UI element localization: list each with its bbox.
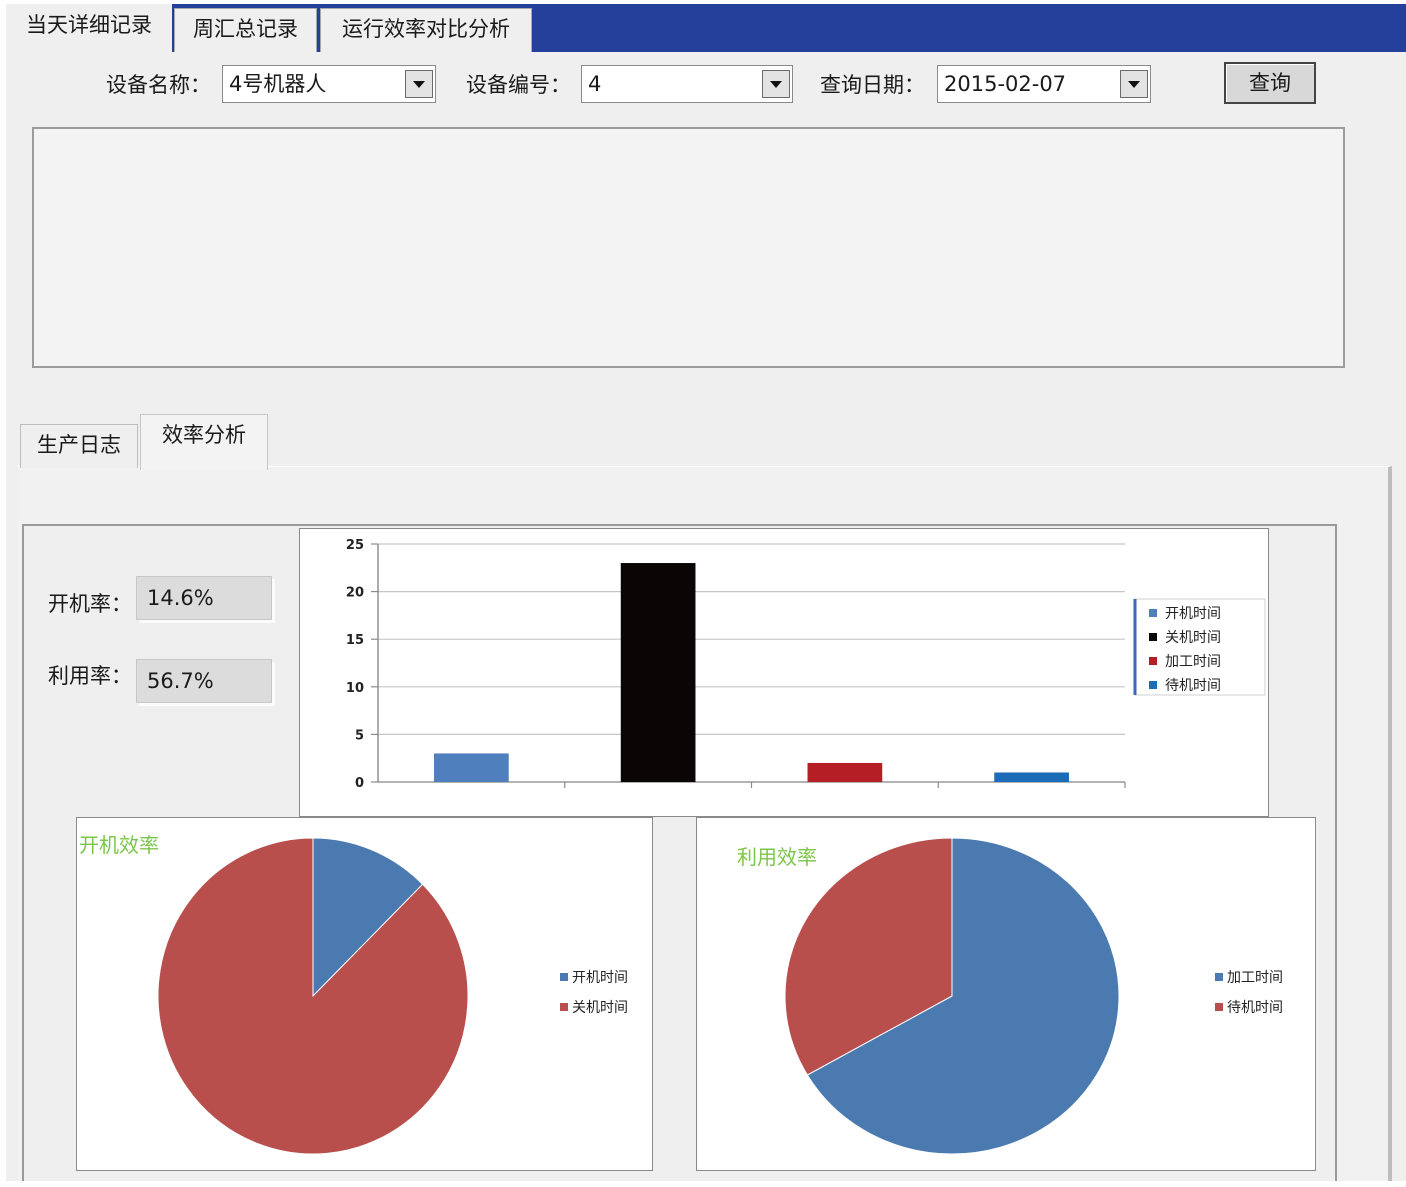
query-date-value: 2015-02-07 <box>944 72 1067 96</box>
util-efficiency-pie-svg: 加工时间待机时间 利用效率 <box>737 837 1283 1155</box>
util-rate-label: 利用率： <box>48 664 132 688</box>
bar-3 <box>807 762 883 782</box>
search-button[interactable]: 查询 <box>1224 62 1316 104</box>
query-date-picker[interactable]: 2015-02-07 <box>937 65 1151 103</box>
boot-rate-label: 开机率： <box>48 592 132 616</box>
legend-swatch <box>1149 633 1157 641</box>
tab-production-log[interactable]: 生产日志 <box>20 424 138 468</box>
chevron-down-icon <box>1128 81 1140 88</box>
pie-legend-label: 待机时间 <box>1227 1000 1283 1016</box>
chevron-down-icon <box>413 81 425 88</box>
chevron-down-icon <box>770 81 782 88</box>
y-tick-label: 15 <box>346 633 364 648</box>
y-tick-label: 25 <box>346 538 364 553</box>
tab-efficiency-analysis[interactable]: 效率分析 <box>140 414 268 470</box>
util-rate-value: 56.7% <box>136 659 272 703</box>
device-id-select[interactable]: 4 <box>581 65 793 103</box>
bar-4 <box>994 772 1069 782</box>
device-id-dropdown-button[interactable] <box>762 70 790 98</box>
boot-efficiency-pie: 开机时间关机时间 开机效率 <box>76 817 653 1171</box>
bar-2 <box>620 563 696 782</box>
y-tick-label: 5 <box>355 728 364 743</box>
pie-legend-label: 加工时间 <box>1227 970 1283 986</box>
detail-record-area <box>32 127 1345 368</box>
device-name-label: 设备名称： <box>106 73 211 97</box>
pie-slice-2 <box>157 837 469 1155</box>
boot-efficiency-pie-svg: 开机时间关机时间 开机效率 <box>79 833 628 1155</box>
pie-legend-swatch <box>1215 1003 1223 1011</box>
device-id-value: 4 <box>588 72 602 96</box>
bar-1 <box>434 753 509 782</box>
app-window: 当天详细记录 周汇总记录 运行效率对比分析 设备名称： 4号机器人 设备编号： … <box>6 4 1406 1181</box>
tab-efficiency-compare[interactable]: 运行效率对比分析 <box>320 8 532 52</box>
device-name-dropdown-button[interactable] <box>405 70 433 98</box>
device-id-label: 设备编号： <box>466 73 571 97</box>
util-efficiency-pie: 加工时间待机时间 利用效率 <box>696 817 1316 1171</box>
legend-label: 关机时间 <box>1165 630 1221 646</box>
time-bar-chart-svg: 0 5 10 15 20 25 开机时间关机时间加工时间待机时间 <box>346 538 1266 791</box>
device-name-select[interactable]: 4号机器人 <box>222 65 436 103</box>
time-bar-chart: 0 5 10 15 20 25 开机时间关机时间加工时间待机时间 <box>299 528 1269 817</box>
legend-swatch <box>1149 681 1157 689</box>
device-name-value: 4号机器人 <box>229 72 327 96</box>
query-date-dropdown-button[interactable] <box>1120 70 1148 98</box>
pie-legend-swatch <box>560 973 568 981</box>
pie-title: 开机效率 <box>79 833 159 857</box>
legend-swatch <box>1149 609 1157 617</box>
query-date-label: 查询日期： <box>820 73 925 97</box>
legend-label: 开机时间 <box>1165 606 1221 622</box>
pie-legend-label: 关机时间 <box>572 1000 628 1016</box>
pie-title: 利用效率 <box>737 845 817 869</box>
legend-swatch <box>1149 657 1157 665</box>
pie-legend-swatch <box>560 1003 568 1011</box>
pie-legend-label: 开机时间 <box>572 970 628 986</box>
boot-rate-value: 14.6% <box>136 576 272 620</box>
tab-weekly-summary[interactable]: 周汇总记录 <box>174 8 317 52</box>
legend-label: 加工时间 <box>1165 654 1221 670</box>
y-tick-label: 0 <box>355 776 364 791</box>
y-tick-label: 20 <box>346 586 364 601</box>
legend-label: 待机时间 <box>1165 678 1221 694</box>
pie-legend-swatch <box>1215 973 1223 981</box>
y-tick-label: 10 <box>346 681 364 696</box>
tab-daily-detail[interactable]: 当天详细记录 <box>6 4 172 52</box>
